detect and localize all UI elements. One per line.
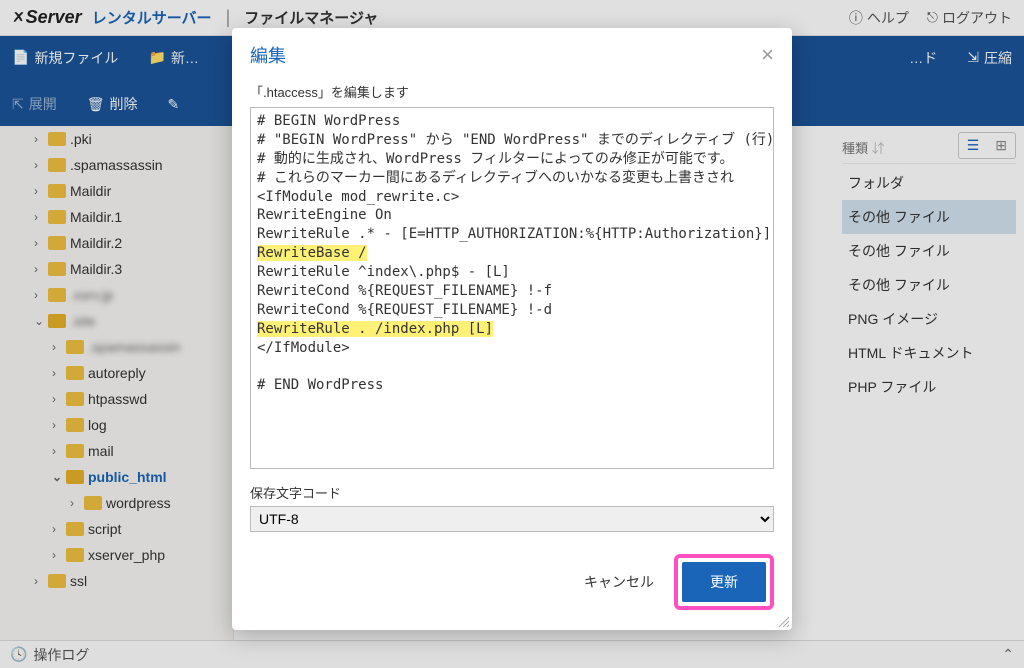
editor-line: </IfModule> [257,339,767,358]
editor-line [257,358,767,377]
cancel-button[interactable]: キャンセル [584,572,654,592]
edit-modal: 編集 × 「.htaccess」を編集します # BEGIN WordPress… [232,28,792,630]
modal-overlay: 編集 × 「.htaccess」を編集します # BEGIN WordPress… [0,0,1024,668]
editor-line: RewriteEngine On [257,206,767,225]
modal-title: 編集 [250,42,286,68]
editor-line: RewriteRule . /index.php [L] [257,320,767,339]
editor-line: # これらのマーカー間にあるディレクティブへのいかなる変更も上書きされ [257,169,767,188]
resize-handle-icon[interactable] [778,616,790,628]
update-button[interactable]: 更新 [682,562,766,602]
file-content-editor[interactable]: # BEGIN WordPress# "BEGIN WordPress" から … [250,107,774,469]
edit-target-label: 「.htaccess」を編集します [250,82,774,101]
editor-line: RewriteCond %{REQUEST_FILENAME} !-f [257,282,767,301]
editor-line: RewriteCond %{REQUEST_FILENAME} !-d [257,301,767,320]
editor-line: RewriteBase / [257,244,767,263]
encoding-select[interactable]: UTF-8 [250,506,774,532]
editor-line: RewriteRule ^index\.php$ - [L] [257,263,767,282]
close-icon[interactable]: × [761,42,774,68]
editor-line: RewriteRule .* - [E=HTTP_AUTHORIZATION:%… [257,225,767,244]
editor-line: <IfModule mod_rewrite.c> [257,188,767,207]
editor-line: # "BEGIN WordPress" から "END WordPress" ま… [257,131,767,150]
encoding-label: 保存文字コード [250,483,774,502]
editor-line: # END WordPress [257,376,767,395]
editor-line: # 動的に生成され、WordPress フィルターによってのみ修正が可能です。 [257,150,767,169]
highlight-ring: 更新 [674,554,774,610]
editor-line: # BEGIN WordPress [257,112,767,131]
